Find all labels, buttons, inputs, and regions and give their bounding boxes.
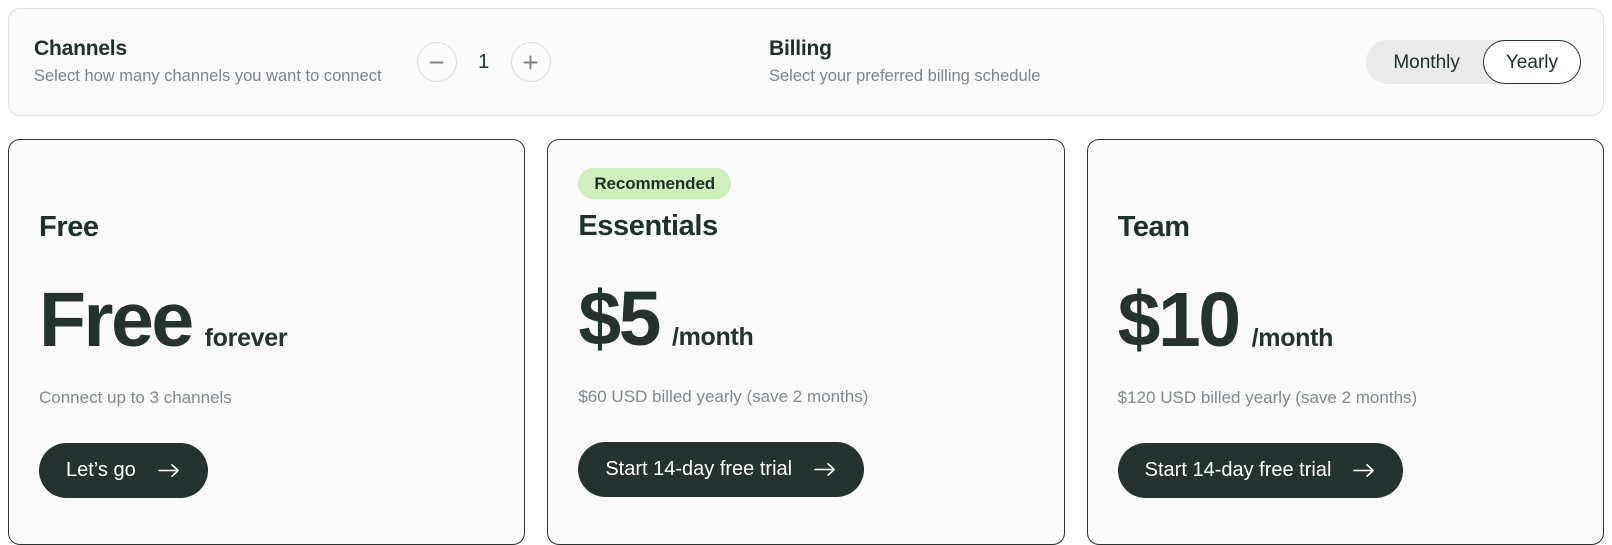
plan-cta-button[interactable]: Let’s go [39, 442, 208, 498]
plan-name: Team [1117, 211, 1190, 243]
billing-subtitle: Select your preferred billing schedule [769, 67, 1041, 86]
plan-price-note: $120 USD billed yearly (save 2 months) [1117, 387, 1418, 407]
billing-text: Billing Select your preferred billing sc… [769, 37, 1041, 87]
plan-cta-button[interactable]: Start 14-day free trial [1117, 442, 1404, 498]
billing-toggle-monthly[interactable]: Monthly [1370, 42, 1483, 82]
channels-title: Channels [34, 37, 127, 61]
pricing-page: Channels Select how many channels you wa… [0, 0, 1612, 545]
plan-options-panel: Channels Select how many channels you wa… [8, 8, 1604, 116]
plus-icon [522, 54, 539, 71]
plan-name: Free [39, 211, 99, 243]
plan-name: Essentials [578, 210, 718, 242]
billing-toggle-yearly[interactable]: Yearly [1482, 40, 1581, 84]
plan-price-unit: /month [671, 322, 754, 351]
plan-price: $10 [1117, 276, 1241, 363]
plan-price: $5 [578, 275, 661, 362]
plan-cta-button[interactable]: Start 14-day free trial [578, 441, 865, 497]
plan-price-note: Connect up to 3 channels [39, 387, 232, 407]
minus-icon [428, 54, 445, 71]
channels-text: Channels Select how many channels you wa… [34, 37, 382, 87]
billing-option-group: Billing Select your preferred billing sc… [629, 37, 1603, 87]
channels-decrement-button[interactable] [416, 42, 457, 82]
channels-count-value: 1 [478, 50, 490, 73]
plan-cta-label: Start 14-day free trial [1144, 458, 1332, 481]
channels-stepper: 1 [416, 42, 551, 82]
billing-title: Billing [769, 37, 832, 61]
billing-schedule-toggle: Monthly Yearly [1366, 40, 1581, 84]
arrow-right-icon [814, 462, 837, 477]
plan-price-unit: /month [1251, 323, 1334, 352]
channels-increment-button[interactable] [510, 42, 551, 82]
arrow-right-icon [1353, 463, 1376, 478]
plan-card-free[interactable]: Free Free forever Connect up to 3 channe… [8, 139, 526, 545]
recommended-badge: Recommended [578, 168, 732, 199]
plan-price-row: $10 /month [1117, 276, 1573, 363]
plan-price-note: $60 USD billed yearly (save 2 months) [578, 386, 869, 406]
plan-cta-label: Let’s go [66, 458, 136, 481]
plan-price-unit: forever [204, 323, 288, 352]
channels-subtitle: Select how many channels you want to con… [34, 67, 382, 86]
plan-price: Free [39, 276, 194, 363]
channels-option-group: Channels Select how many channels you wa… [9, 37, 629, 87]
plan-card-team[interactable]: Team $10 /month $120 USD billed yearly (… [1086, 139, 1604, 545]
plan-card-essentials[interactable]: Recommended Essentials $5 /month $60 USD… [547, 139, 1065, 545]
plan-cta-label: Start 14-day free trial [605, 457, 793, 480]
plan-cards: Free Free forever Connect up to 3 channe… [8, 139, 1604, 545]
plan-price-row: $5 /month [578, 275, 1033, 362]
plan-price-row: Free forever [39, 276, 494, 363]
arrow-right-icon [157, 463, 181, 478]
